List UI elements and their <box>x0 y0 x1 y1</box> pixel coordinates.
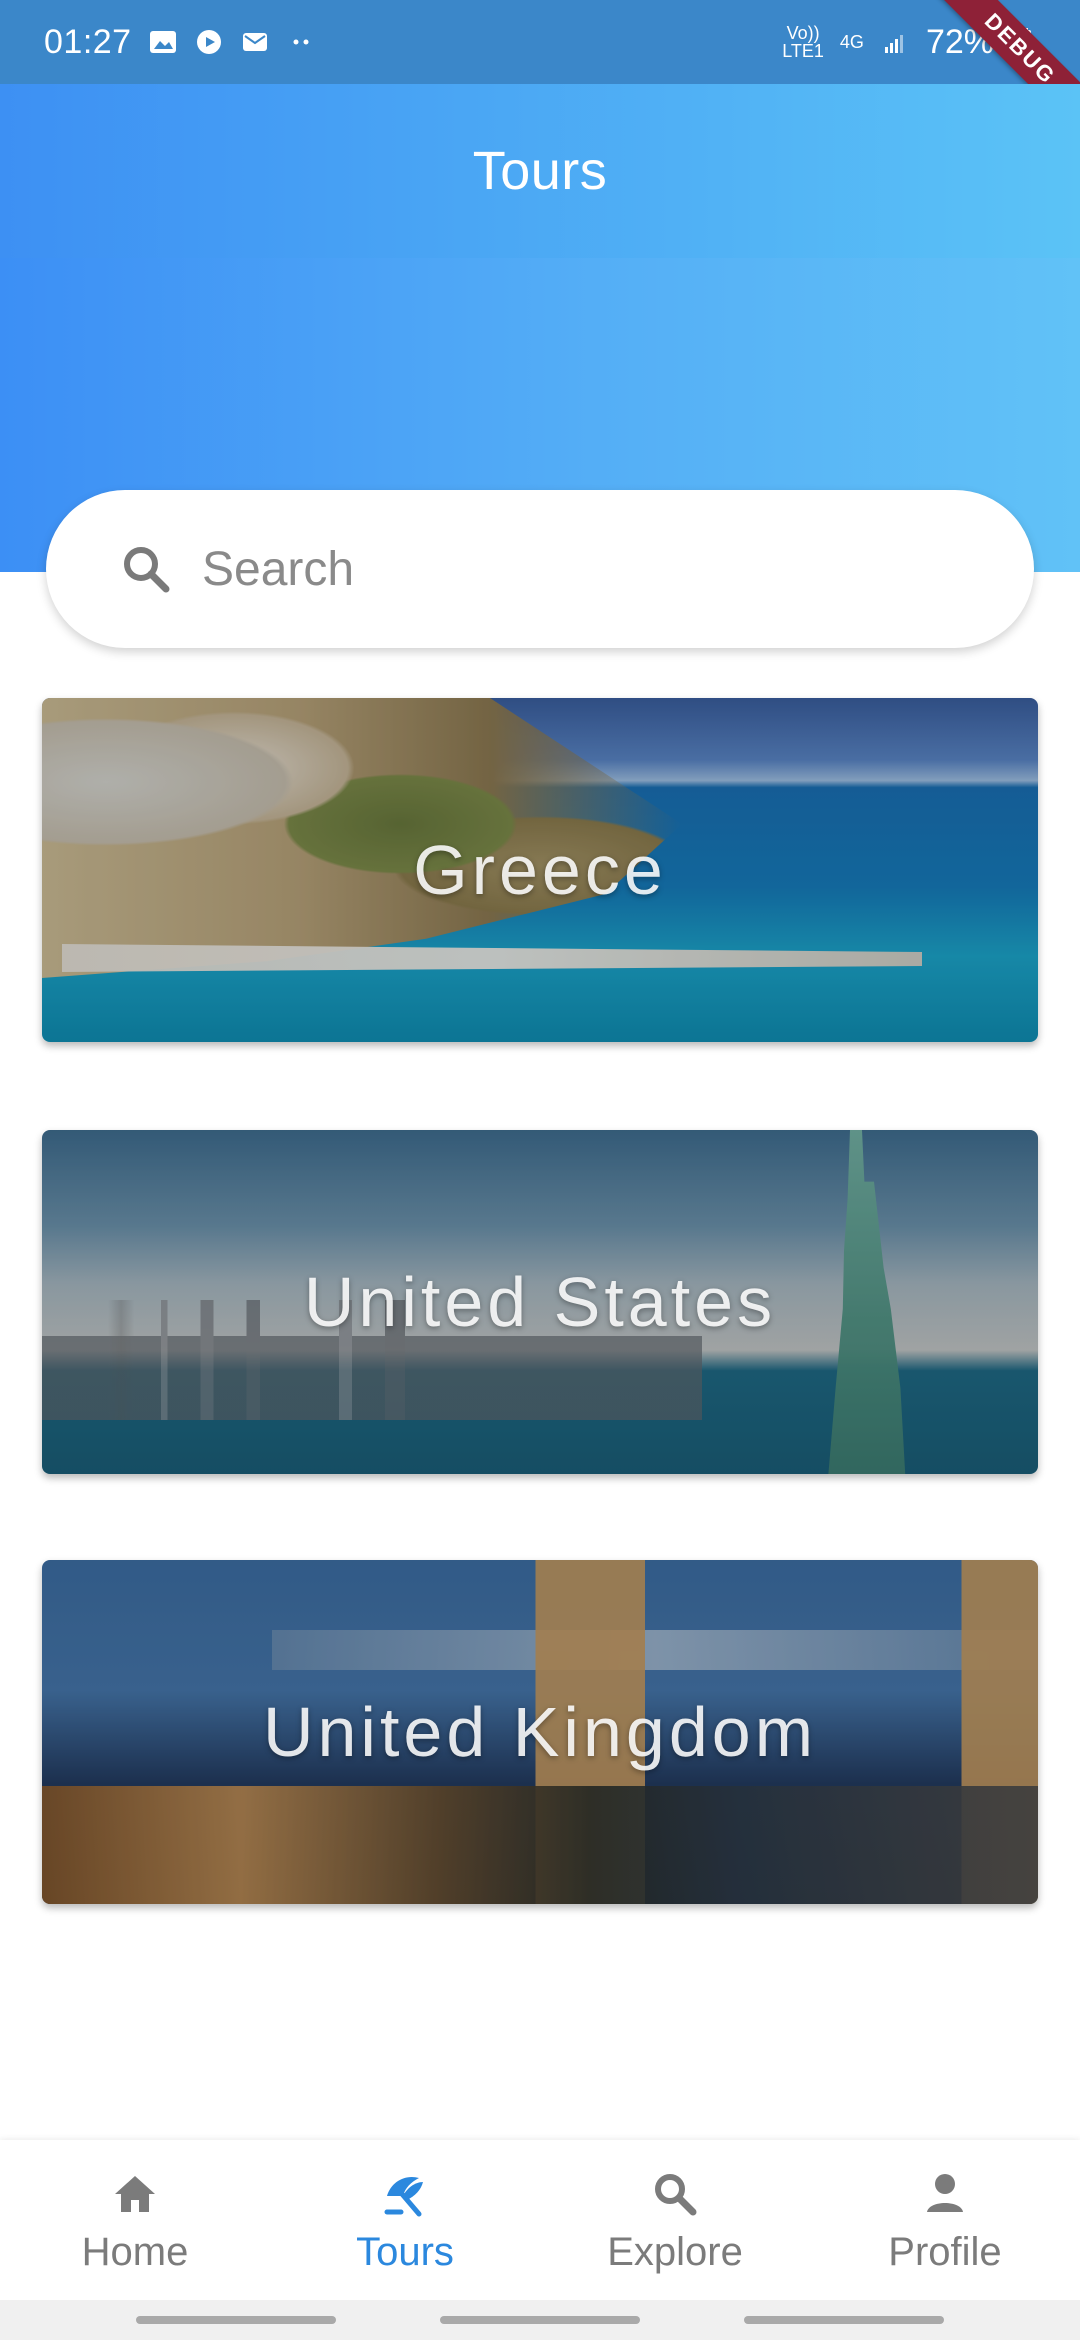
tour-card-united-states[interactable]: United States <box>42 1130 1038 1474</box>
nav-explore[interactable]: Explore <box>565 2140 785 2300</box>
search-icon <box>116 539 176 599</box>
search-input[interactable] <box>200 540 964 598</box>
home-icon <box>107 2166 163 2222</box>
search-icon <box>647 2166 703 2222</box>
signal-icon <box>880 27 910 57</box>
mail-icon <box>240 27 270 57</box>
gesture-pill[interactable] <box>440 2316 640 2324</box>
more-dots-icon <box>286 27 316 57</box>
network-indicator: Vo)) LTE1 <box>782 24 824 60</box>
image-icon <box>148 27 178 57</box>
gesture-pill[interactable] <box>136 2316 336 2324</box>
tour-card-greece[interactable]: Greece <box>42 698 1038 1042</box>
gesture-pill[interactable] <box>744 2316 944 2324</box>
app-bar: Tours <box>0 84 1080 258</box>
card-title: Greece <box>413 831 667 909</box>
nav-profile[interactable]: Profile <box>835 2140 1055 2300</box>
nav-home[interactable]: Home <box>25 2140 245 2300</box>
network-bottom: LTE1 <box>782 41 824 61</box>
beach-umbrella-icon <box>377 2166 433 2222</box>
gesture-bar <box>0 2300 1080 2340</box>
search-bar[interactable] <box>46 490 1034 648</box>
play-circle-icon <box>194 27 224 57</box>
page-title: Tours <box>472 141 608 201</box>
tour-card-united-kingdom[interactable]: United Kingdom <box>42 1560 1038 1904</box>
card-title: United Kingdom <box>262 1693 818 1771</box>
person-icon <box>917 2166 973 2222</box>
nav-label-tours: Tours <box>356 2229 454 2274</box>
status-time: 01:27 <box>44 22 132 61</box>
nav-tours[interactable]: Tours <box>295 2140 515 2300</box>
signal-type: 4G <box>839 32 864 52</box>
nav-label-home: Home <box>81 2229 189 2274</box>
nav-label-explore: Explore <box>607 2229 743 2274</box>
card-title: United States <box>303 1263 777 1341</box>
nav-label-profile: Profile <box>888 2229 1002 2274</box>
bottom-navigation: Home Tours Explore Profile <box>0 2140 1080 2300</box>
status-bar: 01:27 Vo)) LTE1 4G 72% DEBUG <box>0 0 1080 155</box>
network-top: Vo)) <box>786 23 820 43</box>
status-left: 01:27 <box>44 0 316 84</box>
